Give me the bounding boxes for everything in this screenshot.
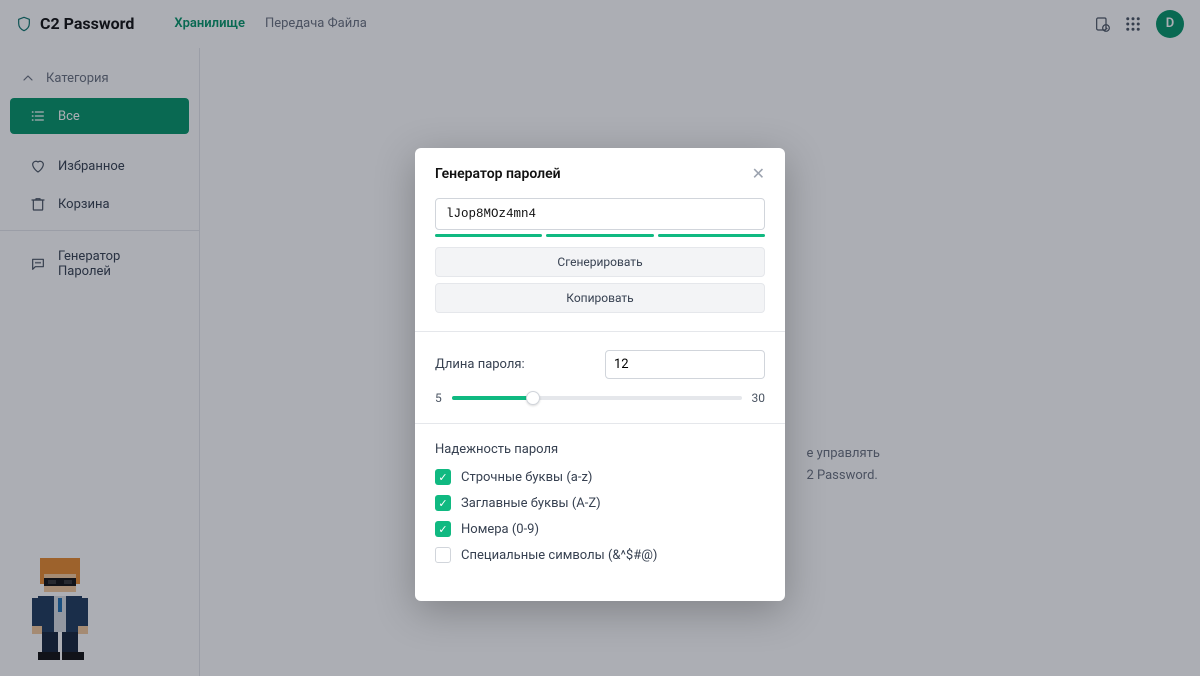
password-generator-modal: Генератор паролей ✕ lJop8MOz4mn4 Сгенери… [415, 148, 785, 601]
generated-password-field[interactable]: lJop8MOz4mn4 [435, 198, 765, 230]
checkbox-icon: ✓ [435, 469, 451, 485]
close-icon[interactable]: ✕ [752, 166, 765, 182]
option-label: Номера (0-9) [461, 522, 539, 537]
checkbox-icon [435, 547, 451, 563]
option-label: Специальные символы (&^$#@) [461, 548, 657, 563]
length-label: Длина пароля: [435, 357, 525, 372]
option-special[interactable]: Специальные символы (&^$#@) [435, 547, 765, 563]
slider-max-label: 30 [752, 391, 766, 405]
slider-min-label: 5 [435, 391, 442, 405]
slider-thumb[interactable] [526, 391, 540, 405]
modal-overlay[interactable]: Генератор паролей ✕ lJop8MOz4mn4 Сгенери… [0, 0, 1200, 676]
generate-button[interactable]: Сгенерировать [435, 247, 765, 277]
password-strength-meter [435, 234, 765, 237]
strength-options-title: Надежность пароля [435, 442, 765, 457]
copy-button[interactable]: Копировать [435, 283, 765, 313]
modal-title: Генератор паролей [435, 166, 561, 182]
option-numbers[interactable]: ✓ Номера (0-9) [435, 521, 765, 537]
option-lowercase[interactable]: ✓ Строчные буквы (a-z) [435, 469, 765, 485]
length-input[interactable] [605, 350, 765, 379]
length-slider[interactable] [452, 396, 742, 400]
option-label: Заглавные буквы (A-Z) [461, 496, 601, 511]
option-label: Строчные буквы (a-z) [461, 470, 592, 485]
checkbox-icon: ✓ [435, 521, 451, 537]
checkbox-icon: ✓ [435, 495, 451, 511]
option-uppercase[interactable]: ✓ Заглавные буквы (A-Z) [435, 495, 765, 511]
